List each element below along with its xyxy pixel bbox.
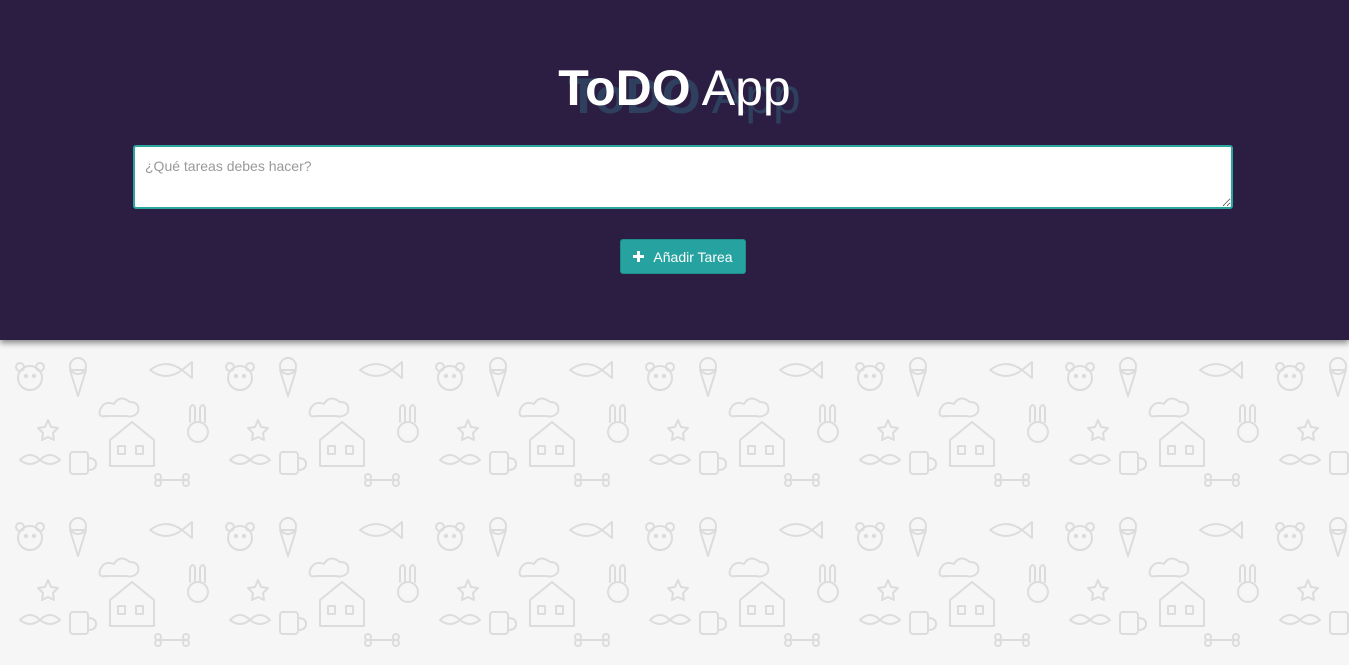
plus-icon: [633, 251, 645, 262]
title-bold: ToDO: [558, 60, 691, 116]
add-task-label: Añadir Tarea: [653, 248, 733, 265]
task-input[interactable]: [133, 145, 1233, 209]
page-title: ToDO App: [0, 58, 1349, 118]
app-header: ToDO App Añadir Tarea: [0, 0, 1349, 340]
doodle-background: [0, 340, 1349, 665]
title-regular: App: [701, 60, 791, 116]
add-task-button[interactable]: Añadir Tarea: [620, 239, 746, 274]
